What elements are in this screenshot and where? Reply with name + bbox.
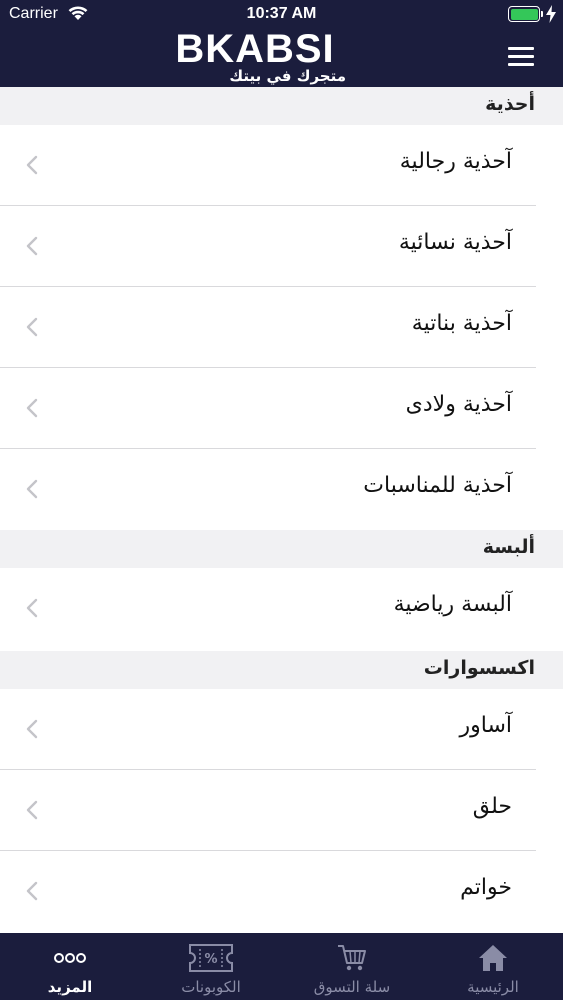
logo-wordmark: BKABSI bbox=[175, 27, 335, 71]
section-header-shoes: أحذية bbox=[0, 87, 563, 125]
list-item[interactable]: آحذية بناتية bbox=[0, 287, 563, 368]
tab-coupons[interactable]: % الكوبونات bbox=[141, 933, 281, 1000]
chevron-left-icon bbox=[26, 479, 38, 499]
list-item[interactable]: آحذية رجالية bbox=[0, 125, 563, 206]
status-bar: Carrier 10:37 AM bbox=[0, 0, 563, 28]
tab-label: الرئيسية bbox=[467, 978, 519, 996]
list-item[interactable]: خواتم bbox=[0, 851, 563, 932]
tab-more[interactable]: المزيد bbox=[0, 933, 140, 1000]
clock: 10:37 AM bbox=[246, 5, 317, 22]
list-item-label: آحذية ولادى bbox=[405, 392, 512, 417]
cart-icon bbox=[338, 945, 366, 971]
list-item-label: آحذية للمناسبات bbox=[363, 473, 512, 498]
section-title: اكسسوارات bbox=[423, 657, 535, 679]
list-item-label: آساور bbox=[459, 713, 513, 738]
section-title: ألبسة bbox=[482, 536, 535, 558]
brand-logo: BKABSI متجرك في بيتك bbox=[160, 28, 350, 84]
tab-cart[interactable]: سلة التسوق bbox=[282, 933, 422, 1000]
list-item-label: خواتم bbox=[460, 875, 512, 900]
list-item[interactable]: آساور bbox=[0, 689, 563, 770]
chevron-left-icon bbox=[26, 598, 38, 618]
list-item[interactable]: آحذية للمناسبات bbox=[0, 449, 563, 530]
charging-bolt-icon bbox=[546, 5, 556, 23]
tab-label: الكوبونات bbox=[181, 978, 241, 996]
more-dots-icon bbox=[54, 953, 86, 963]
tab-home[interactable]: الرئيسية bbox=[423, 933, 563, 1000]
tab-label: المزيد bbox=[47, 978, 93, 996]
chevron-left-icon bbox=[26, 236, 38, 256]
home-icon bbox=[479, 945, 507, 971]
logo-tagline: متجرك في بيتك bbox=[229, 67, 346, 85]
chevron-left-icon bbox=[26, 398, 38, 418]
hamburger-menu-icon[interactable] bbox=[508, 45, 536, 67]
section-title: أحذية bbox=[485, 93, 535, 115]
list-item-label: آلبسة رياضية bbox=[393, 592, 512, 617]
list-item-label: حلق bbox=[472, 794, 512, 819]
section-header-accessories: اكسسوارات bbox=[0, 651, 563, 689]
bottom-tab-bar: المزيد % الكوبونات سلة التسوق الرئيسية bbox=[0, 933, 563, 1000]
chevron-left-icon bbox=[26, 317, 38, 337]
list-item[interactable]: آحذية ولادى bbox=[0, 368, 563, 449]
battery-icon bbox=[508, 6, 540, 22]
chevron-left-icon bbox=[26, 719, 38, 739]
section-header-clothing: ألبسة bbox=[0, 530, 563, 568]
list-item-label: آحذية نسائية bbox=[398, 230, 512, 255]
list-item-label: آحذية رجالية bbox=[399, 149, 512, 174]
list-item[interactable]: آلبسة رياضية bbox=[0, 568, 563, 649]
app-header: Carrier 10:37 AM BKABSI متجرك في بيتك bbox=[0, 0, 563, 87]
chevron-left-icon bbox=[26, 800, 38, 820]
list-item[interactable]: حلق bbox=[0, 770, 563, 851]
list-item-label: آحذية بناتية bbox=[411, 311, 512, 336]
chevron-left-icon bbox=[26, 881, 38, 901]
coupon-icon: % bbox=[189, 944, 233, 972]
svg-text:%: % bbox=[204, 952, 217, 967]
chevron-left-icon bbox=[26, 155, 38, 175]
tab-label: سلة التسوق bbox=[313, 978, 391, 996]
list-item[interactable]: آحذية نسائية bbox=[0, 206, 563, 287]
category-list: أحذية آحذية رجالية آحذية نسائية آحذية بن… bbox=[0, 87, 563, 933]
battery-cap bbox=[541, 11, 543, 17]
